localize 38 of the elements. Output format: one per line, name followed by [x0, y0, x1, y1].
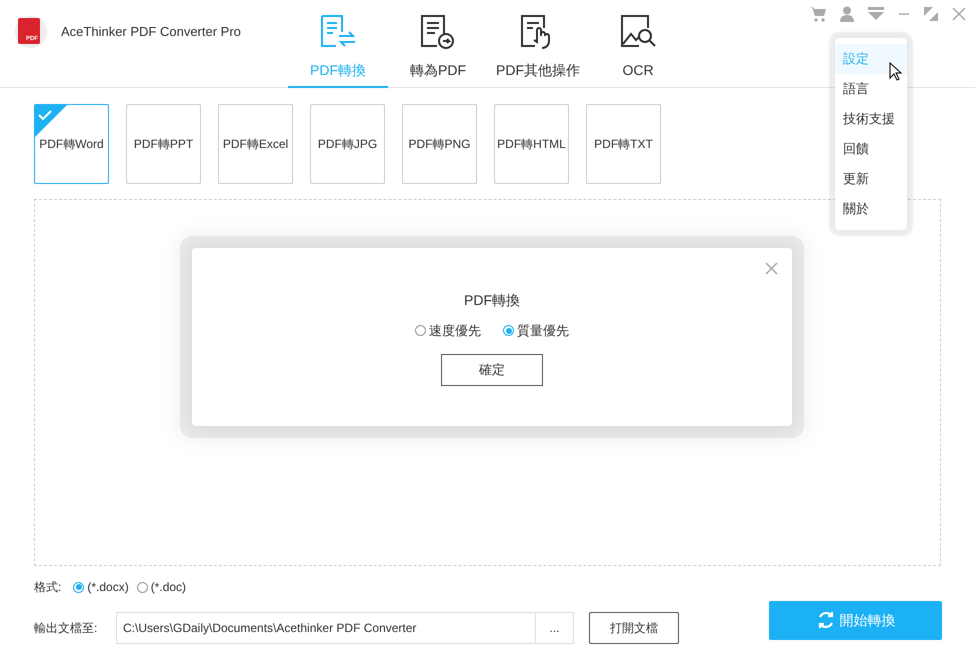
format-card[interactable]: PDF轉PNG	[402, 104, 477, 184]
format-card[interactable]: PDF轉PPT	[126, 104, 201, 184]
browse-button[interactable]: ...	[536, 612, 574, 644]
check-corner-icon	[35, 105, 67, 137]
tab[interactable]: OCR	[588, 0, 688, 88]
dropdown-icon[interactable]	[867, 6, 885, 22]
format-radio[interactable]: (*.docx)	[73, 578, 129, 596]
format-label: 格式:	[34, 579, 62, 596]
dialog-title: PDF轉換	[464, 291, 520, 310]
priority-radio[interactable]: 速度優先	[415, 321, 481, 340]
menu-item[interactable]: 關於	[835, 194, 907, 224]
open-folder-button[interactable]: 打開文檔	[589, 612, 679, 644]
confirm-button[interactable]: 確定	[441, 354, 543, 386]
restore-icon[interactable]	[923, 6, 939, 22]
menu-item[interactable]: 技術支援	[835, 104, 907, 134]
document-arrow-icon	[419, 14, 457, 50]
menu-item[interactable]: 更新	[835, 164, 907, 194]
output-label: 輸出文檔至:	[34, 620, 98, 637]
app-title: AceThinker PDF Converter Pro	[61, 23, 241, 42]
menu-item[interactable]: 語言	[835, 74, 907, 104]
menu-item[interactable]: 回饋	[835, 134, 907, 164]
format-card[interactable]: PDF轉HTML	[494, 104, 569, 184]
image-search-icon	[619, 14, 657, 50]
document-arrows-icon	[319, 14, 357, 50]
close-icon[interactable]	[951, 6, 967, 22]
mouse-cursor-icon	[889, 62, 903, 82]
close-icon[interactable]	[765, 262, 778, 275]
format-card[interactable]: PDF轉TXT	[586, 104, 661, 184]
format-radio[interactable]: (*.doc)	[136, 578, 186, 596]
output-path-field[interactable]: C:\Users\GDaily\Documents\Acethinker PDF Converter	[116, 612, 536, 644]
format-card[interactable]: PDF轉Word	[34, 104, 109, 184]
format-card[interactable]: PDF轉JPG	[310, 104, 385, 184]
tab[interactable]: PDF其他操作	[488, 0, 588, 88]
tab[interactable]: 轉為PDF	[388, 0, 488, 88]
format-card[interactable]: PDF轉Excel	[218, 104, 293, 184]
priority-radio[interactable]: 質量優先	[503, 321, 569, 340]
user-icon[interactable]	[839, 6, 855, 22]
cart-icon[interactable]	[809, 6, 827, 22]
